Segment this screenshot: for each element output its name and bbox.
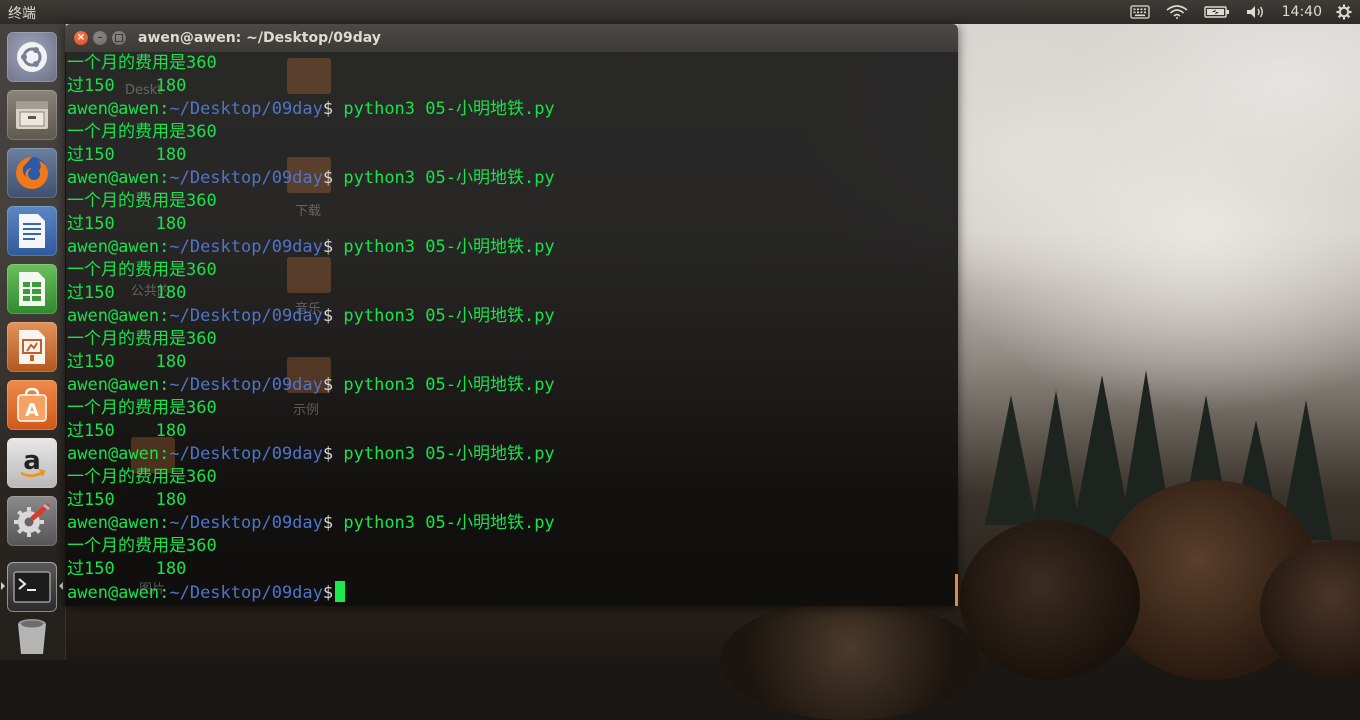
prompt-user: awen@awen: <box>67 237 170 257</box>
window-titlebar[interactable]: × – awen@awen: ~/Desktop/09day <box>65 24 958 52</box>
prompt-path: ~/Desktop/09day <box>169 513 323 533</box>
output-line: 一个月的费用是360 <box>67 260 217 280</box>
prompt-path: ~/Desktop/09day <box>169 168 323 188</box>
prompt-path: ~/Desktop/09day <box>169 237 323 257</box>
terminal-icon[interactable] <box>7 562 57 612</box>
prompt-user: awen@awen: <box>67 99 170 119</box>
output-line: 过150 180 <box>67 76 187 96</box>
wifi-icon[interactable] <box>1166 5 1188 19</box>
output-line: 过150 180 <box>67 352 187 372</box>
trash-icon[interactable] <box>7 614 57 658</box>
command-line: awen@awen:~/Desktop/09day$ python3 05-小明… <box>67 305 555 328</box>
output-line: 一个月的费用是360 <box>67 191 217 211</box>
prompt-path: ~/Desktop/09day <box>169 444 323 464</box>
command-line: awen@awen:~/Desktop/09day$ python3 05-小明… <box>67 236 555 259</box>
prompt-path: ~/Desktop/09day <box>169 583 323 603</box>
command-text: python3 05-小明地铁.py <box>333 237 555 257</box>
impress-icon[interactable] <box>7 322 57 372</box>
prompt-symbol: $ <box>322 583 334 603</box>
output-line: 一个月的费用是360 <box>67 398 217 418</box>
launcher: A a <box>0 24 66 660</box>
files-icon[interactable] <box>7 90 57 140</box>
prompt-symbol: $ <box>322 168 334 188</box>
battery-icon[interactable] <box>1203 5 1230 19</box>
close-button[interactable]: × <box>74 31 88 45</box>
terminal-scrollbar[interactable] <box>955 574 958 606</box>
prompt-user: awen@awen: <box>67 306 170 326</box>
command-line: awen@awen:~/Desktop/09day$ python3 05-小明… <box>67 98 555 121</box>
command-text: python3 05-小明地铁.py <box>333 306 555 326</box>
svg-text:A: A <box>25 400 39 421</box>
wallpaper-autumn-tree <box>960 520 1140 680</box>
calc-icon[interactable] <box>7 264 57 314</box>
ubuntu-dash-icon[interactable] <box>7 32 57 82</box>
wallpaper-foliage <box>720 600 980 720</box>
system-settings-icon[interactable] <box>7 496 57 546</box>
text-cursor[interactable] <box>335 581 346 602</box>
current-prompt-line: awen@awen:~/Desktop/09day$ <box>67 581 555 604</box>
prompt-user: awen@awen: <box>67 444 170 464</box>
output-line: 一个月的费用是360 <box>67 536 217 556</box>
output-line: 过150 180 <box>67 214 187 234</box>
terminal-window[interactable]: × – awen@awen: ~/Desktop/09day Deskt 下载 … <box>65 24 958 606</box>
firefox-icon[interactable] <box>7 148 57 198</box>
software-center-icon[interactable]: A <box>7 380 57 430</box>
output-line: 过150 180 <box>67 490 187 510</box>
keyboard-icon[interactable] <box>1129 5 1150 19</box>
command-line: awen@awen:~/Desktop/09day$ python3 05-小明… <box>67 443 555 466</box>
maximize-icon <box>115 34 123 42</box>
command-line: awen@awen:~/Desktop/09day$ python3 05-小明… <box>67 167 555 190</box>
output-line: 过150 180 <box>67 283 187 303</box>
output-line: 过150 180 <box>67 421 187 441</box>
prompt-user: awen@awen: <box>67 375 170 395</box>
top-panel: 终端 14:40 <box>0 0 1360 24</box>
command-text: python3 05-小明地铁.py <box>333 99 555 119</box>
output-line: 过150 180 <box>67 559 187 579</box>
output-line: 一个月的费用是360 <box>67 122 217 142</box>
svg-text:a: a <box>23 446 41 476</box>
output-line: 一个月的费用是360 <box>67 329 217 349</box>
clock[interactable]: 14:40 <box>1282 4 1322 20</box>
active-app-title: 终端 <box>8 6 36 22</box>
command-line: awen@awen:~/Desktop/09day$ python3 05-小明… <box>67 374 555 397</box>
output-line: 过150 180 <box>67 145 187 165</box>
terminal-lines: 一个月的费用是360 过150 180 awen@awen:~/Desktop/09… <box>67 52 555 604</box>
maximize-button[interactable] <box>112 31 126 45</box>
prompt-symbol: $ <box>322 237 334 257</box>
prompt-symbol: $ <box>322 306 334 326</box>
settings-gear-icon[interactable] <box>1336 4 1352 20</box>
terminal-output[interactable]: Deskt 下载 公共的 音乐 示例 图片 一个月的费用是360 过150 180… <box>65 52 958 606</box>
prompt-symbol: $ <box>322 444 334 464</box>
command-text: python3 05-小明地铁.py <box>333 375 555 395</box>
prompt-symbol: $ <box>322 375 334 395</box>
prompt-symbol: $ <box>322 513 334 533</box>
command-text: python3 05-小明地铁.py <box>333 168 555 188</box>
focus-indicator <box>59 582 63 590</box>
prompt-symbol: $ <box>322 99 334 119</box>
prompt-user: awen@awen: <box>67 513 170 533</box>
command-text: python3 05-小明地铁.py <box>333 513 555 533</box>
output-line: 一个月的费用是360 <box>67 467 217 487</box>
minimize-icon: – <box>97 32 103 43</box>
output-line: 一个月的费用是360 <box>67 53 217 73</box>
close-icon: × <box>76 32 86 43</box>
writer-icon[interactable] <box>7 206 57 256</box>
prompt-path: ~/Desktop/09day <box>169 99 323 119</box>
prompt-path: ~/Desktop/09day <box>169 306 323 326</box>
indicator-area: 14:40 <box>1129 0 1360 24</box>
command-text: python3 05-小明地铁.py <box>333 444 555 464</box>
volume-icon[interactable] <box>1246 5 1266 19</box>
prompt-user: awen@awen: <box>67 583 170 603</box>
prompt-path: ~/Desktop/09day <box>169 375 323 395</box>
minimize-button[interactable]: – <box>93 31 107 45</box>
command-line: awen@awen:~/Desktop/09day$ python3 05-小明… <box>67 512 555 535</box>
window-title: awen@awen: ~/Desktop/09day <box>138 30 381 46</box>
prompt-user: awen@awen: <box>67 168 170 188</box>
amazon-icon[interactable]: a <box>7 438 57 488</box>
active-indicator <box>1 582 5 590</box>
